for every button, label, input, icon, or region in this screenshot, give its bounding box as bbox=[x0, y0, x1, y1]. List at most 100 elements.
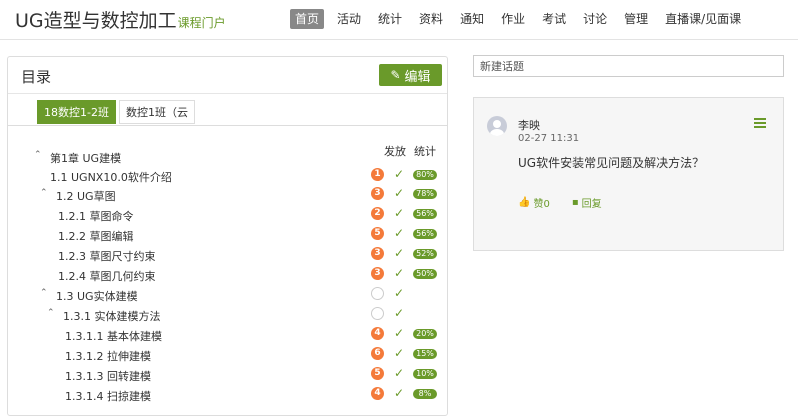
chapter-row-label[interactable]: 1.2 UG草图 bbox=[56, 188, 116, 204]
chapter-row[interactable]: 1.3.1.4 扫掠建模 4 ✓ 8% bbox=[8, 385, 447, 405]
course-brand[interactable]: UG造型与数控加工课程门户 bbox=[15, 6, 226, 33]
check-icon: ✓ bbox=[394, 386, 405, 400]
like-button[interactable]: 👍 赞0 bbox=[518, 195, 550, 210]
chapter-row-label[interactable]: 1.3.1 实体建模方法 bbox=[63, 308, 161, 324]
tab-class-2[interactable]: 数控1班（云 bbox=[118, 100, 195, 124]
completion-stat-badge[interactable]: 80% bbox=[413, 170, 437, 180]
completion-stat-badge[interactable]: 8% bbox=[413, 389, 437, 399]
chapter-row-label[interactable]: 1.2.2 草图编辑 bbox=[58, 228, 134, 244]
chevron-up-icon[interactable]: ⌃ bbox=[40, 188, 48, 198]
chapter-row-label[interactable]: 1.3.1.3 回转建模 bbox=[65, 368, 151, 384]
reply-label: 回复 bbox=[581, 199, 602, 210]
completion-stat-badge[interactable]: 56% bbox=[413, 229, 437, 239]
publish-count-badge[interactable] bbox=[371, 287, 384, 300]
nav-home[interactable]: 首页 bbox=[290, 9, 325, 29]
chapter-row-label[interactable]: 1.1 UGNX10.0软件介绍 bbox=[50, 169, 172, 185]
course-title: UG造型与数控加工 bbox=[15, 10, 177, 32]
check-icon: ✓ bbox=[394, 167, 405, 181]
chapter-row-label[interactable]: 1.3.1.2 拉伸建模 bbox=[65, 348, 151, 364]
topic-card[interactable]: 李映 02-27 11:31 UG软件安装常见问题及解决方法？ 👍 赞0 ▪ 回… bbox=[473, 97, 784, 251]
nav-notices[interactable]: 通知 bbox=[456, 9, 488, 29]
check-icon: ✓ bbox=[394, 366, 405, 380]
chapter-row[interactable]: 1.3.1.3 回转建模 5 ✓ 10% bbox=[8, 365, 447, 385]
chapter-row[interactable]: ⌃ 1.3.1 实体建模方法 ✓ bbox=[8, 305, 447, 325]
top-bar: UG造型与数控加工课程门户 首页 活动 统计 资料 通知 作业 考试 讨论 管理… bbox=[0, 0, 798, 40]
main-nav: 首页 活动 统计 资料 通知 作业 考试 讨论 管理 直播课/见面课 bbox=[290, 9, 754, 29]
nav-materials[interactable]: 资料 bbox=[415, 9, 447, 29]
nav-exams[interactable]: 考试 bbox=[538, 9, 570, 29]
edit-button[interactable]: ✎ 编辑 bbox=[379, 64, 442, 86]
chevron-up-icon[interactable]: ⌃ bbox=[47, 308, 55, 318]
chapter-row[interactable]: 1.2.1 草图命令 2 ✓ 56% bbox=[8, 205, 447, 225]
completion-stat-badge[interactable]: 52% bbox=[413, 249, 437, 259]
chapter-row[interactable]: 1.3.1.2 拉伸建模 6 ✓ 15% bbox=[8, 345, 447, 365]
tabs-divider bbox=[8, 125, 447, 126]
chapter-row[interactable]: ⌃ 1.3 UG实体建模 ✓ bbox=[8, 285, 447, 305]
hamburger-menu-icon[interactable] bbox=[754, 118, 766, 128]
chapter-row[interactable]: 1.2.4 草图几何约束 3 ✓ 50% bbox=[8, 265, 447, 285]
check-icon: ✓ bbox=[394, 326, 405, 340]
completion-stat-badge[interactable]: 78% bbox=[413, 189, 437, 199]
topic-actions: 👍 赞0 ▪ 回复 bbox=[518, 195, 624, 210]
completion-stat-badge[interactable]: 50% bbox=[413, 269, 437, 279]
chapter-row-label[interactable]: 1.2.4 草图几何约束 bbox=[58, 268, 156, 284]
publish-count-badge[interactable]: 6 bbox=[371, 347, 384, 360]
catalog-panel: 目录 ✎ 编辑 18数控1-2班 数控1班（云 发放 统计 ⌃ 第1章 UG建模 1… bbox=[7, 56, 448, 416]
chapter-row[interactable]: ⌃ 1.2 UG草图 3 ✓ 78% bbox=[8, 185, 447, 205]
check-icon: ✓ bbox=[394, 266, 405, 280]
completion-stat-badge[interactable]: 15% bbox=[413, 349, 437, 359]
like-label: 赞0 bbox=[533, 199, 550, 210]
publish-count-badge[interactable]: 4 bbox=[371, 327, 384, 340]
thumbs-up-icon: 👍 bbox=[518, 197, 531, 208]
chapter-row[interactable]: ⌃ 第1章 UG建模 bbox=[8, 147, 447, 167]
pencil-icon: ✎ bbox=[390, 68, 401, 82]
topic-time: 02-27 11:31 bbox=[518, 133, 580, 144]
chapter-row-label[interactable]: 第1章 UG建模 bbox=[50, 150, 121, 166]
check-icon: ✓ bbox=[394, 286, 405, 300]
publish-count-badge[interactable] bbox=[371, 307, 384, 320]
chevron-up-icon[interactable]: ⌃ bbox=[40, 288, 48, 298]
catalog-title: 目录 bbox=[21, 68, 52, 86]
class-tabs: 18数控1-2班 数控1班（云 bbox=[37, 100, 198, 124]
chapter-row[interactable]: 1.1 UGNX10.0软件介绍 1 ✓ 80% bbox=[8, 166, 447, 186]
nav-discussion[interactable]: 讨论 bbox=[579, 9, 611, 29]
tab-class-1[interactable]: 18数控1-2班 bbox=[37, 100, 116, 124]
chapter-row[interactable]: 1.2.2 草图编辑 5 ✓ 56% bbox=[8, 225, 447, 245]
nav-manage[interactable]: 管理 bbox=[620, 9, 652, 29]
check-icon: ✓ bbox=[394, 186, 405, 200]
nav-statistics[interactable]: 统计 bbox=[374, 9, 406, 29]
check-icon: ✓ bbox=[394, 246, 405, 260]
publish-count-badge[interactable]: 4 bbox=[371, 387, 384, 400]
publish-count-badge[interactable]: 3 bbox=[371, 267, 384, 280]
publish-count-badge[interactable]: 3 bbox=[371, 187, 384, 200]
check-icon: ✓ bbox=[394, 206, 405, 220]
chapter-row-label[interactable]: 1.3.1.1 基本体建模 bbox=[65, 328, 162, 344]
chapter-row[interactable]: 1.2.3 草图尺寸约束 3 ✓ 52% bbox=[8, 245, 447, 265]
check-icon: ✓ bbox=[394, 226, 405, 240]
chevron-up-icon[interactable]: ⌃ bbox=[34, 150, 42, 160]
chapter-row-label[interactable]: 1.3.1.4 扫掠建模 bbox=[65, 388, 151, 404]
avatar[interactable] bbox=[487, 116, 507, 136]
new-topic-input[interactable] bbox=[473, 55, 784, 77]
chapter-row[interactable]: 1.3.1.1 基本体建模 4 ✓ 20% bbox=[8, 325, 447, 345]
nav-homework[interactable]: 作业 bbox=[497, 9, 529, 29]
publish-count-badge[interactable]: 2 bbox=[371, 207, 384, 220]
edit-button-label: 编辑 bbox=[404, 69, 431, 85]
topic-author[interactable]: 李映 bbox=[518, 117, 540, 133]
completion-stat-badge[interactable]: 10% bbox=[413, 369, 437, 379]
publish-count-badge[interactable]: 1 bbox=[371, 168, 384, 181]
divider bbox=[8, 93, 447, 94]
reply-button[interactable]: ▪ 回复 bbox=[572, 195, 602, 210]
check-icon: ✓ bbox=[394, 346, 405, 360]
publish-count-badge[interactable]: 5 bbox=[371, 367, 384, 380]
chapter-row-label[interactable]: 1.3 UG实体建模 bbox=[56, 288, 138, 304]
nav-live-class[interactable]: 直播课/见面课 bbox=[661, 9, 745, 29]
topic-text[interactable]: UG软件安装常见问题及解决方法？ bbox=[518, 154, 704, 171]
chapter-row-label[interactable]: 1.2.3 草图尺寸约束 bbox=[58, 248, 156, 264]
completion-stat-badge[interactable]: 20% bbox=[413, 329, 437, 339]
nav-activity[interactable]: 活动 bbox=[333, 9, 365, 29]
publish-count-badge[interactable]: 5 bbox=[371, 227, 384, 240]
publish-count-badge[interactable]: 3 bbox=[371, 247, 384, 260]
completion-stat-badge[interactable]: 56% bbox=[413, 209, 437, 219]
chapter-row-label[interactable]: 1.2.1 草图命令 bbox=[58, 208, 134, 224]
